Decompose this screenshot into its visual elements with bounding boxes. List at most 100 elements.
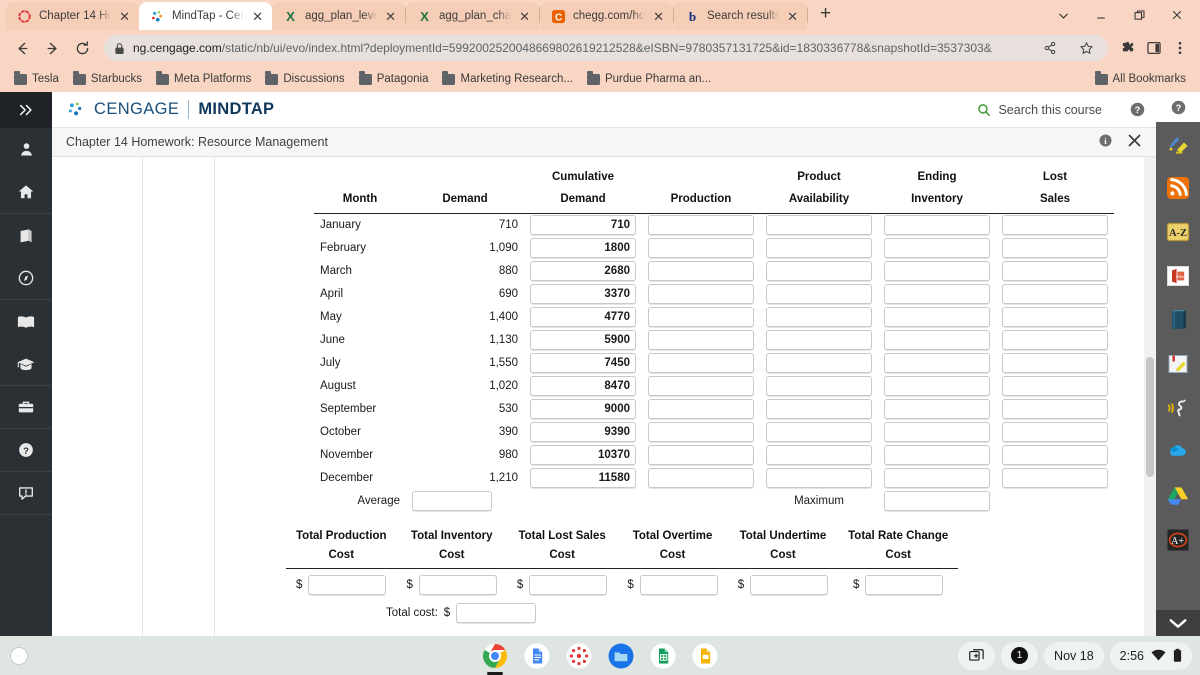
ending-inventory-input[interactable] (884, 307, 990, 328)
production-input[interactable] (648, 353, 754, 374)
tool-grade-aplus[interactable]: A+ (1156, 518, 1200, 562)
total-cost-input[interactable] (456, 603, 537, 624)
browser-tab-2[interactable]: X agg_plan_level (2).xlsx ✕ (272, 2, 405, 30)
ending-inventory-input[interactable] (884, 261, 990, 282)
cumulative-demand-input[interactable] (530, 238, 636, 259)
close-icon[interactable]: ✕ (652, 10, 665, 23)
address-bar[interactable]: ng.cengage.com/static/nb/ui/evo/index.ht… (104, 35, 1108, 61)
cumulative-demand-input[interactable] (530, 399, 636, 420)
production-input[interactable] (648, 399, 754, 420)
bookmark-item-5[interactable]: Marketing Research... (436, 71, 579, 87)
close-icon[interactable]: ✕ (251, 10, 264, 23)
product-availability-input[interactable] (766, 353, 872, 374)
sidebar-item-briefcase[interactable] (0, 386, 52, 429)
bookmark-star-icon[interactable] (1074, 36, 1098, 60)
lost-sales-input[interactable] (1002, 284, 1108, 305)
date-tray[interactable]: Nov 18 (1044, 641, 1104, 670)
sidebar-item-feedback[interactable] (0, 472, 52, 515)
product-availability-input[interactable] (766, 261, 872, 282)
tool-highlighter[interactable] (1156, 122, 1200, 166)
product-availability-input[interactable] (766, 399, 872, 420)
tool-ebook[interactable] (1156, 298, 1200, 342)
close-icon[interactable]: ✕ (118, 10, 131, 23)
forward-button[interactable] (38, 34, 66, 62)
share-icon[interactable] (1038, 36, 1062, 60)
product-availability-input[interactable] (766, 376, 872, 397)
maximum-ending-inventory-input[interactable] (884, 491, 990, 512)
browser-tab-4[interactable]: C chegg.com/homework ✕ (540, 2, 673, 30)
shelf-app-google-sheets[interactable] (649, 642, 677, 670)
tool-onedrive[interactable] (1156, 430, 1200, 474)
sidebar-item-compass[interactable] (0, 257, 52, 300)
cumulative-demand-input[interactable] (530, 261, 636, 282)
close-icon[interactable]: ✕ (384, 10, 397, 23)
lost-sales-input[interactable] (1002, 261, 1108, 282)
tool-notes[interactable] (1156, 342, 1200, 386)
tool-rss-feed[interactable] (1156, 166, 1200, 210)
lost-sales-input[interactable] (1002, 468, 1108, 489)
cumulative-demand-input[interactable] (530, 468, 636, 489)
lost-sales-input[interactable] (1002, 422, 1108, 443)
bookmark-item-6[interactable]: Purdue Pharma an... (581, 71, 717, 87)
new-tab-button[interactable]: + (808, 3, 841, 28)
cumulative-demand-input[interactable] (530, 353, 636, 374)
lost-sales-input[interactable] (1002, 215, 1108, 236)
average-demand-input[interactable] (412, 491, 492, 512)
tool-google-drive[interactable] (1156, 474, 1200, 518)
production-input[interactable] (648, 284, 754, 305)
browser-tab-5[interactable]: b Search results for 'The ✕ (674, 2, 807, 30)
shelf-app-chrome[interactable] (481, 642, 509, 670)
ending-inventory-input[interactable] (884, 215, 990, 236)
all-bookmarks-button[interactable]: All Bookmarks (1089, 71, 1193, 87)
production-input[interactable] (648, 215, 754, 236)
close-window-icon[interactable] (1158, 0, 1196, 30)
total-lost-sales-cost-input[interactable] (529, 575, 608, 596)
ending-inventory-input[interactable] (884, 238, 990, 259)
lost-sales-input[interactable] (1002, 238, 1108, 259)
production-input[interactable] (648, 422, 754, 443)
browser-tab-0[interactable]: Chapter 14 Homework ✕ (6, 2, 139, 30)
lost-sales-input[interactable] (1002, 445, 1108, 466)
close-icon[interactable]: ✕ (518, 10, 531, 23)
production-input[interactable] (648, 468, 754, 489)
lost-sales-input[interactable] (1002, 307, 1108, 328)
chrome-menu-icon[interactable] (1168, 36, 1192, 60)
status-tray[interactable]: 2:56 (1109, 641, 1192, 670)
maximize-restore-icon[interactable] (1120, 0, 1158, 30)
bookmark-item-1[interactable]: Starbucks (67, 71, 148, 87)
product-availability-input[interactable] (766, 445, 872, 466)
screen-capture-button[interactable] (958, 641, 996, 670)
ending-inventory-input[interactable] (884, 422, 990, 443)
nav-expand-button[interactable] (0, 92, 52, 128)
info-button[interactable]: i (1098, 133, 1113, 151)
bookmark-item-2[interactable]: Meta Platforms (150, 71, 257, 87)
total-undertime-cost-input[interactable] (750, 575, 829, 596)
shelf-app-google-docs[interactable] (523, 642, 551, 670)
right-toolbar-collapse[interactable] (1156, 610, 1200, 636)
sidebar-item-home[interactable] (0, 171, 52, 214)
shelf-app-canvas[interactable] (565, 642, 593, 670)
cumulative-demand-input[interactable] (530, 330, 636, 351)
minimize-icon[interactable] (1082, 0, 1120, 30)
cumulative-demand-input[interactable] (530, 376, 636, 397)
shelf-app-files[interactable] (607, 642, 635, 670)
lost-sales-input[interactable] (1002, 330, 1108, 351)
lost-sales-input[interactable] (1002, 399, 1108, 420)
ending-inventory-input[interactable] (884, 445, 990, 466)
shelf-app-google-slides[interactable] (691, 642, 719, 670)
product-availability-input[interactable] (766, 468, 872, 489)
total-production-cost-input[interactable] (308, 575, 387, 596)
production-input[interactable] (648, 238, 754, 259)
total-overtime-cost-input[interactable] (639, 575, 718, 596)
sidebar-item-book[interactable] (0, 214, 52, 257)
tab-search-chevron-down-icon[interactable] (1044, 0, 1082, 30)
scrollbar-thumb[interactable] (1146, 357, 1154, 477)
ending-inventory-input[interactable] (884, 468, 990, 489)
search-course-button[interactable]: Search this course (977, 103, 1118, 117)
launcher-button[interactable] (10, 646, 28, 665)
header-help-button[interactable]: ? (1118, 101, 1156, 118)
production-input[interactable] (648, 376, 754, 397)
tool-read-aloud[interactable] (1156, 386, 1200, 430)
extensions-puzzle-icon[interactable] (1116, 36, 1140, 60)
production-input[interactable] (648, 330, 754, 351)
